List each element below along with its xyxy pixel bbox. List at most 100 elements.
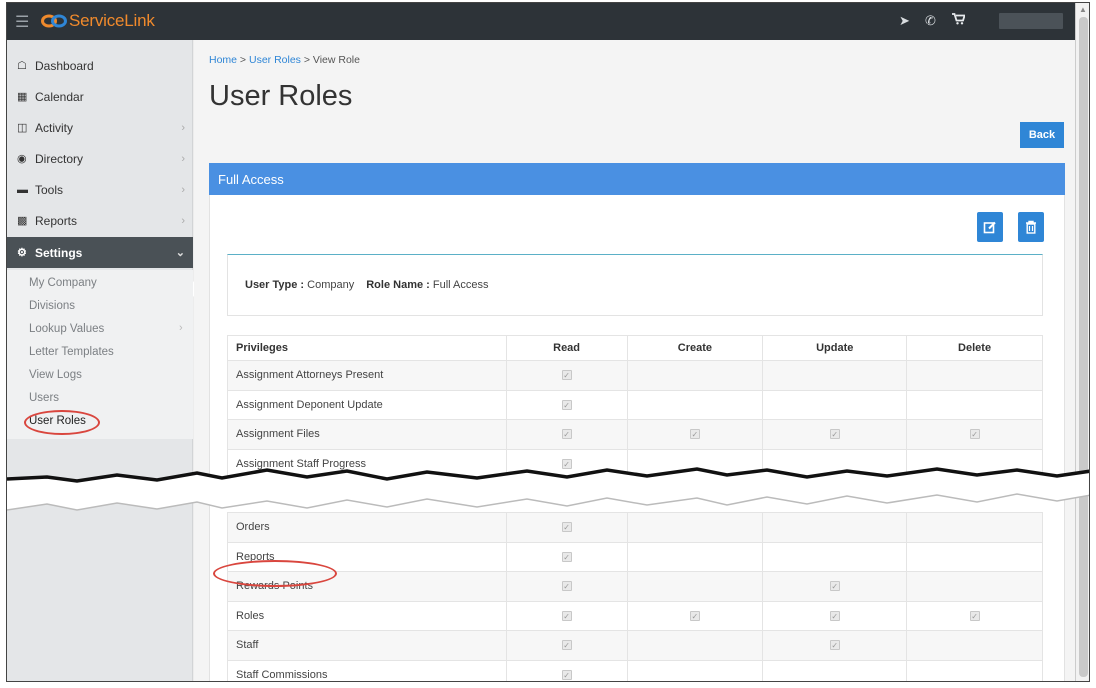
permission-cell-delete [906,571,1043,602]
privilege-name: Roles [227,600,507,631]
torn-edge-divider [7,467,1089,511]
sidebar-item-dashboard[interactable]: ☖ Dashboard [7,50,193,81]
chevron-down-icon: ⌄ [175,247,185,259]
sidebar-item-label: Tools [35,182,64,197]
table-row: Roles ✓ ✓ ✓ ✓ [227,600,1043,631]
sidebar-item-label: Settings [35,245,83,260]
breadcrumb-home-link[interactable]: Home [209,54,237,66]
permission-cell-read: ✓ [505,630,628,661]
chevron-right-icon: › [181,183,185,196]
sidebar-item-label: Directory [35,151,84,166]
delete-button[interactable] [1018,212,1044,242]
user-menu[interactable] [999,13,1063,29]
checked-checkbox-icon: ✓ [561,610,572,621]
column-header-update: Update [762,335,908,361]
submenu-item-lookup-values[interactable]: Lookup Values [29,323,104,335]
column-header-create: Create [626,335,764,361]
permission-cell-update: ✓ [762,630,908,661]
sidebar-item-settings[interactable]: ⚙ Settings ⌄ [7,237,193,268]
checked-checkbox-icon: ✓ [969,429,980,440]
permission-cell-delete: ✓ [906,419,1043,450]
edit-icon [983,221,996,234]
role-name-label: Role Name : [366,279,430,291]
checked-checkbox-icon: ✓ [829,610,840,621]
permission-cell-update [762,541,908,572]
checked-checkbox-icon: ✓ [689,610,700,621]
logo[interactable]: ServiceLink [41,10,155,32]
hamburger-icon[interactable]: ☰ [15,12,29,32]
breadcrumb: Home > User Roles > View Role [209,54,360,66]
role-info-box: User Type : Company Role Name : Full Acc… [227,254,1043,316]
toolbox-icon: ▬ [17,183,28,196]
panel-header: Full Access [209,163,1065,195]
permission-cell-delete [906,630,1043,661]
checked-checkbox-icon: ✓ [561,640,572,651]
privilege-name: Staff Commissions [227,659,507,681]
checked-checkbox-icon: ✓ [969,610,980,621]
edit-button[interactable] [977,212,1003,242]
breadcrumb-separator: > [300,54,313,66]
page-title: User Roles [209,80,353,112]
chevron-right-icon: › [181,121,185,134]
home-icon: ☖ [17,60,27,72]
submenu-item-view-logs[interactable]: View Logs [29,369,82,381]
back-button[interactable]: Back [1020,122,1064,148]
scroll-thumb[interactable] [1079,17,1088,677]
chevron-right-icon: › [181,214,185,227]
permission-cell-update [762,659,908,681]
user-type-label: User Type : [245,279,305,291]
permission-cell-read: ✓ [505,571,628,602]
sidebar-item-tools[interactable]: ▬ Tools › [7,174,193,205]
submenu-item-users[interactable]: Users [29,392,59,404]
checked-checkbox-icon: ✓ [689,429,700,440]
permission-cell-update [762,360,908,391]
calendar-icon: ▦ [17,91,28,103]
sidebar-item-activity[interactable]: ◫ Activity › [7,112,193,143]
permission-cell-delete [906,659,1043,681]
table-row: Assignment Attorneys Present ✓ [227,360,1043,391]
permission-cell-read: ✓ [505,600,628,631]
permission-cell-read: ✓ [505,389,628,420]
checked-checkbox-icon: ✓ [561,522,572,533]
trash-icon [1026,220,1036,234]
permission-cell-delete [906,541,1043,572]
sidebar-item-directory[interactable]: ◉ Directory › [7,143,193,174]
breadcrumb-current: View Role [312,54,360,66]
scroll-up-arrow-icon[interactable]: ▲ [1079,5,1087,14]
permission-cell-read: ✓ [505,659,628,681]
phone-icon[interactable]: ✆ [925,13,936,29]
sidebar: ☖ Dashboard ▦ Calendar ◫ Activity › ◉ Di… [7,40,194,681]
logo-text: ServiceLink [69,11,155,30]
role-name-value: Full Access [432,279,489,291]
sidebar-item-reports[interactable]: ▩ Reports › [7,205,193,236]
app-window: ☰ ServiceLink ➤ ✆ ▲ ☖ Dashboard ▦ Calend… [6,2,1090,682]
submenu-item-divisions[interactable]: Divisions [29,300,75,312]
permission-cell-create: ✓ [626,419,764,450]
permission-cell-create [626,571,764,602]
chevron-right-icon: › [181,152,185,165]
sidebar-item-label: Activity [35,120,74,135]
submenu-item-my-company[interactable]: My Company [29,277,97,289]
sidebar-item-calendar[interactable]: ▦ Calendar [7,81,193,112]
privilege-name: Assignment Files [227,419,507,450]
permission-cell-delete [906,389,1043,420]
permission-cell-create [626,389,764,420]
cart-icon[interactable] [952,13,966,28]
column-header-privileges: Privileges [227,335,507,361]
submenu-item-letter-templates[interactable]: Letter Templates [29,346,114,358]
permission-cell-create [626,659,764,681]
table-row: Reports ✓ [227,541,1043,572]
permission-cell-update [762,389,908,420]
checked-checkbox-icon: ✓ [561,669,572,680]
permission-cell-create [626,541,764,572]
table-body-bottom: Orders ✓ Reports ✓ Rewards Points ✓ ✓ Roles ✓ ✓ ✓ ✓… [227,512,1043,681]
user-type-value: Company [307,279,355,291]
location-arrow-icon[interactable]: ➤ [899,13,910,29]
permission-cell-delete: ✓ [906,600,1043,631]
breadcrumb-user-roles-link[interactable]: User Roles [249,54,301,66]
chevron-right-icon: › [179,322,183,334]
checked-checkbox-icon: ✓ [829,581,840,592]
permission-cell-read: ✓ [505,419,628,450]
scrollbar[interactable]: ▲ [1075,3,1089,681]
permission-cell-update: ✓ [762,419,908,450]
